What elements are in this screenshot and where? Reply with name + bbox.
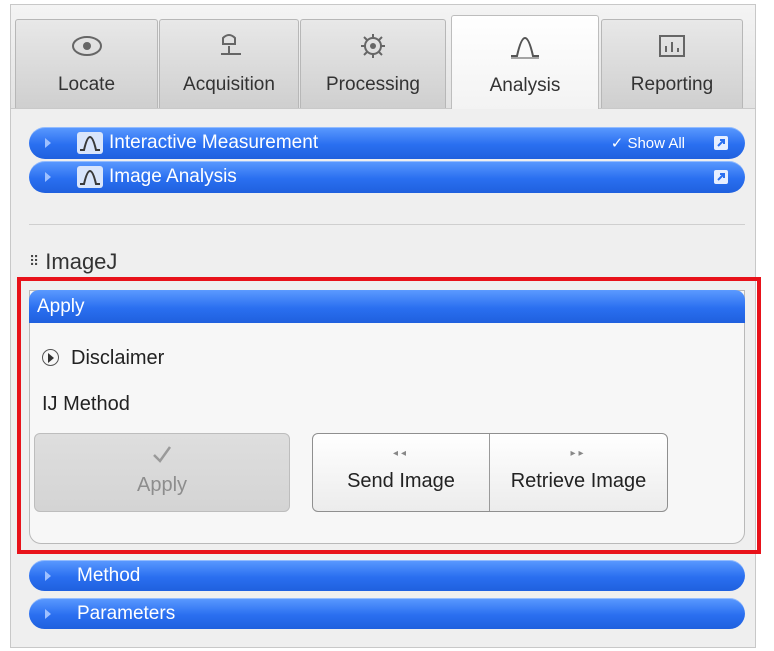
tab-locate[interactable]: Locate bbox=[15, 19, 158, 108]
apply-button-label: Apply bbox=[136, 474, 188, 496]
eye-icon bbox=[71, 36, 102, 56]
send-image-label: Send Image bbox=[347, 470, 455, 492]
section-label: Parameters bbox=[77, 603, 176, 624]
method-section-header[interactable]: Method bbox=[29, 560, 745, 591]
microscope-icon bbox=[221, 34, 241, 55]
workspace-tabs: Locate Acquisition Processing Analysis R… bbox=[11, 5, 755, 109]
tab-processing[interactable]: Processing bbox=[300, 19, 446, 108]
tool-area: Interactive Measurement ✓ Show All Image… bbox=[11, 109, 761, 647]
disclaimer-expander[interactable]: Disclaimer bbox=[42, 347, 164, 370]
interactive-measurement-header[interactable]: Interactive Measurement ✓ Show All bbox=[29, 127, 745, 159]
tab-label: Locate bbox=[57, 74, 116, 95]
chevron-right-icon bbox=[45, 138, 51, 148]
chevron-right-icon bbox=[45, 172, 51, 182]
analysis-peak-icon bbox=[77, 166, 103, 188]
expand-circle-icon bbox=[42, 349, 59, 366]
chevron-right-icon bbox=[45, 609, 51, 619]
section-title-label: ImageJ bbox=[45, 249, 118, 274]
send-image-button[interactable]: ◂◂ Send Image bbox=[313, 434, 489, 511]
gear-icon bbox=[361, 34, 385, 58]
apply-panel-header[interactable]: Apply bbox=[29, 290, 745, 323]
popout-icon[interactable] bbox=[713, 169, 729, 185]
group-label: Interactive Measurement bbox=[109, 132, 319, 153]
retrieve-arrows-icon: ▸▸ bbox=[570, 448, 587, 459]
checkmark-icon bbox=[153, 446, 172, 463]
section-label: Method bbox=[77, 565, 141, 586]
show-all-toggle[interactable]: ✓ Show All bbox=[611, 134, 685, 152]
tab-acquisition[interactable]: Acquisition bbox=[159, 19, 299, 108]
group-label: Image Analysis bbox=[109, 166, 237, 187]
image-analysis-header[interactable]: Image Analysis bbox=[29, 161, 745, 193]
tab-label: Processing bbox=[326, 74, 420, 95]
tab-reporting[interactable]: Reporting bbox=[601, 19, 743, 108]
checkmark-icon: ✓ bbox=[610, 135, 624, 152]
parameters-section-header[interactable]: Parameters bbox=[29, 598, 745, 629]
analysis-peak-icon bbox=[511, 36, 539, 59]
apply-button[interactable]: Apply bbox=[34, 433, 290, 512]
show-all-label: Show All bbox=[627, 135, 685, 152]
imagej-section-title[interactable]: ⠿ ImageJ bbox=[29, 249, 117, 275]
ij-method-label: IJ Method bbox=[42, 393, 130, 415]
tab-analysis[interactable]: Analysis bbox=[451, 15, 599, 109]
chevron-right-icon bbox=[45, 571, 51, 581]
divider bbox=[29, 224, 745, 225]
retrieve-image-button[interactable]: ▸▸ Retrieve Image bbox=[490, 434, 667, 511]
disclaimer-label: Disclaimer bbox=[71, 347, 165, 369]
send-arrows-icon: ◂◂ bbox=[392, 448, 410, 459]
tab-label: Reporting bbox=[630, 74, 714, 95]
retrieve-image-label: Retrieve Image bbox=[510, 470, 647, 492]
tab-label: Analysis bbox=[489, 75, 561, 96]
popout-icon[interactable] bbox=[713, 135, 729, 151]
analysis-peak-icon bbox=[77, 132, 103, 154]
tab-label: Acquisition bbox=[183, 74, 275, 95]
image-transfer-buttons: ◂◂ Send Image ▸▸ Retrieve Image bbox=[312, 433, 668, 512]
apply-panel: Apply Disclaimer IJ Method Apply ◂◂ Send… bbox=[29, 290, 745, 544]
drag-grip-icon: ⠿ bbox=[29, 253, 40, 269]
analysis-panel: Locate Acquisition Processing Analysis R… bbox=[10, 4, 761, 648]
report-chart-icon bbox=[659, 35, 685, 57]
